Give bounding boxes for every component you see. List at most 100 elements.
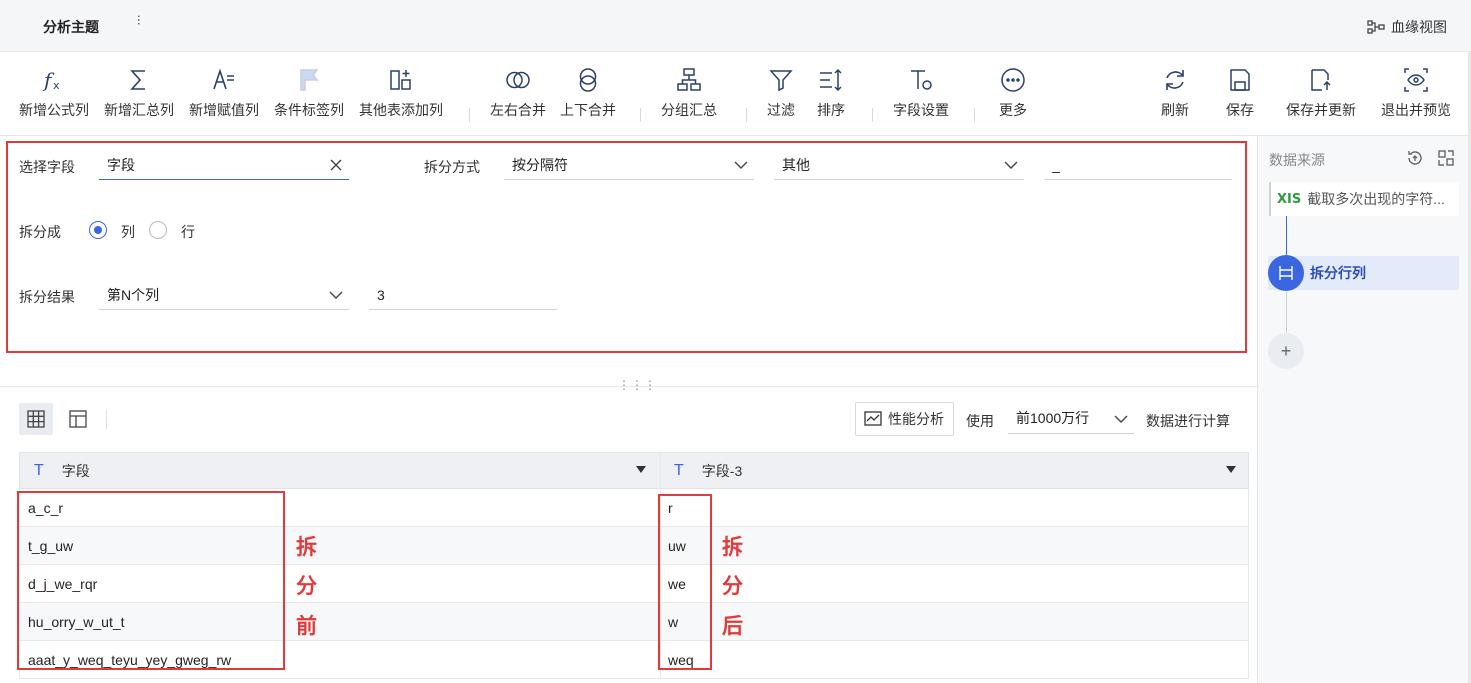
lineage-icon: [1367, 20, 1385, 34]
add-from-other-table-button[interactable]: 其他表添加列: [359, 66, 443, 120]
switch-icon[interactable]: [1436, 148, 1456, 168]
data-source-label: 截取多次出现的字符...: [1307, 191, 1445, 207]
sigma-icon: [125, 66, 153, 94]
data-source-item[interactable]: XIS 截取多次出现的字符...: [1269, 182, 1459, 216]
more-options-icon[interactable]: ···: [132, 14, 148, 25]
row-limit-value: 前1000万行: [1016, 409, 1090, 426]
delimiter-value: _: [1052, 156, 1060, 173]
split-result-value: 第N个列: [107, 286, 160, 303]
flow-connector: [1286, 292, 1287, 334]
sort-dropdown-icon[interactable]: [636, 466, 646, 473]
radio-column-label: 列: [121, 224, 135, 240]
add-assign-column-button[interactable]: 新增赋值列: [189, 66, 259, 120]
annotation-after-char: 分: [722, 574, 743, 598]
add-condition-tag-button[interactable]: 条件标签列: [274, 66, 344, 120]
add-step-button[interactable]: +: [1268, 333, 1304, 369]
layout-view-button[interactable]: [61, 403, 95, 435]
delimiter-input[interactable]: _: [1044, 150, 1232, 180]
field-settings-button[interactable]: 字段设置: [893, 66, 949, 120]
merge-tb-label: 上下合并: [560, 102, 616, 118]
lineage-view-button[interactable]: 血缘视图: [1367, 17, 1447, 37]
radio-column[interactable]: [89, 221, 107, 239]
save-button[interactable]: 保存: [1226, 66, 1254, 120]
sort-button[interactable]: 排序: [817, 66, 845, 120]
add-from-other-label: 其他表添加列: [359, 102, 443, 118]
delimiter-type-value: 其他: [782, 156, 810, 173]
text-type-icon: T: [674, 462, 684, 479]
n-value: 3: [377, 286, 385, 303]
more-circle-icon: [999, 66, 1027, 94]
more-button[interactable]: 更多: [999, 66, 1027, 120]
column-header[interactable]: T 字段-3: [660, 453, 1250, 489]
split-method-select[interactable]: 按分隔符: [504, 150, 754, 180]
split-result-select[interactable]: 第N个列: [99, 280, 349, 310]
group-summary-label: 分组汇总: [661, 102, 717, 118]
divider: [106, 409, 107, 429]
annotation-before-char: 拆: [296, 535, 317, 559]
n-value-input[interactable]: 3: [369, 280, 557, 310]
grid-view-button[interactable]: [19, 403, 53, 435]
merge-left-right-button[interactable]: 左右合并: [490, 66, 546, 120]
exit-preview-button[interactable]: 退出并预览: [1381, 66, 1451, 120]
delimiter-type-select[interactable]: 其他: [774, 150, 1024, 180]
more-label: 更多: [999, 102, 1027, 118]
history-icon[interactable]: [1405, 148, 1425, 168]
split-into-label: 拆分成: [19, 224, 61, 240]
row-limit-select[interactable]: 前1000万行: [1008, 402, 1134, 434]
refresh-label: 刷新: [1161, 102, 1189, 118]
radio-row-label: 行: [181, 224, 195, 240]
merge-lr-icon: [504, 66, 532, 94]
use-label: 使用: [966, 413, 994, 429]
compute-label: 数据进行计算: [1146, 413, 1230, 429]
add-formula-column-button[interactable]: fx 新增公式列: [19, 66, 89, 120]
select-field-label: 选择字段: [19, 159, 75, 175]
annotation-before-char: 分: [296, 574, 317, 598]
drag-handle-icon[interactable]: ⋮⋮⋮: [618, 378, 657, 392]
add-summary-column-button[interactable]: 新增汇总列: [104, 66, 174, 120]
lineage-label: 血缘视图: [1391, 19, 1447, 35]
preview-eye-icon: [1402, 66, 1430, 94]
plus-icon: +: [1280, 340, 1292, 361]
layout-icon: [69, 410, 87, 428]
add-column-icon: [387, 66, 415, 94]
sort-dropdown-icon[interactable]: [1226, 466, 1236, 473]
save-and-update-button[interactable]: 保存并更新: [1286, 66, 1356, 120]
save-update-label: 保存并更新: [1286, 102, 1356, 118]
assign-icon: [210, 66, 238, 94]
filter-icon: [767, 66, 795, 94]
merge-top-bottom-button[interactable]: 上下合并: [560, 66, 616, 120]
excel-icon: XIS: [1277, 191, 1302, 207]
group-summary-button[interactable]: 分组汇总: [661, 66, 717, 120]
field-settings-label: 字段设置: [893, 102, 949, 118]
radio-row[interactable]: [149, 221, 167, 239]
data-source-title: 数据来源: [1269, 152, 1325, 168]
text-type-icon: T: [34, 462, 44, 479]
step-label: 拆分行列: [1310, 265, 1366, 281]
chevron-down-icon: [1114, 415, 1128, 423]
split-method-label: 拆分方式: [424, 159, 480, 175]
performance-analysis-button[interactable]: 性能分析: [855, 402, 954, 436]
after-highlight-box: [658, 494, 712, 670]
filter-button[interactable]: 过滤: [767, 66, 795, 120]
split-method-value: 按分隔符: [512, 156, 568, 173]
split-rows-columns-step[interactable]: 拆分行列: [1268, 255, 1459, 291]
annotation-after-char: 拆: [722, 535, 743, 559]
toolbar: fx 新增公式列 新增汇总列 新增赋值列 条件标签列 其他表添加列 左右合并 上…: [0, 52, 1471, 136]
save-update-icon: [1307, 66, 1335, 94]
sort-icon: [817, 66, 845, 94]
select-field-input[interactable]: 字段: [99, 150, 349, 180]
chart-monitor-icon: [864, 411, 882, 426]
table-header: T 字段 T 字段-3: [19, 452, 1249, 489]
condition-flag-icon: [295, 66, 323, 94]
select-field-value: 字段: [107, 156, 135, 173]
exit-preview-label: 退出并预览: [1381, 102, 1451, 118]
clear-icon[interactable]: [329, 158, 343, 172]
sort-label: 排序: [817, 102, 845, 118]
merge-tb-icon: [574, 66, 602, 94]
add-condition-tag-label: 条件标签列: [274, 102, 344, 118]
refresh-button[interactable]: 刷新: [1161, 66, 1189, 120]
split-result-label: 拆分结果: [19, 289, 75, 305]
formula-icon: fx: [40, 66, 68, 94]
field-settings-icon: [907, 66, 935, 94]
column-header[interactable]: T 字段: [20, 453, 660, 489]
